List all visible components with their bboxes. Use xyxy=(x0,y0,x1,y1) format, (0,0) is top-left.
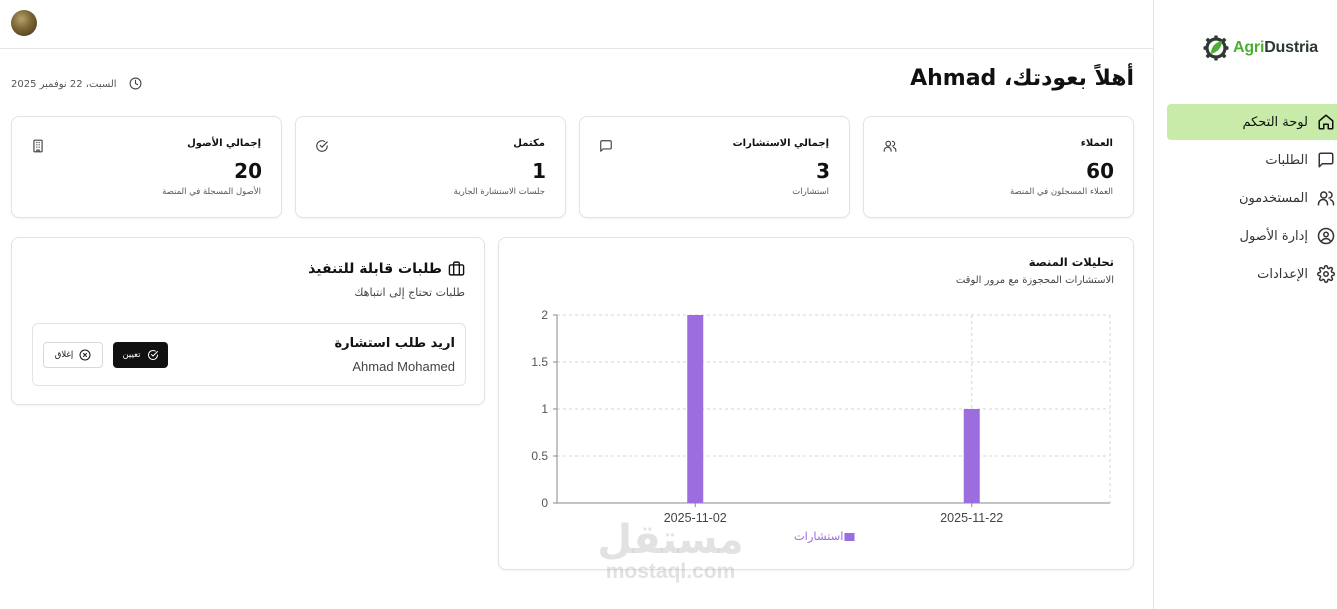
stat-title: إجمالي الأصول xyxy=(187,138,261,149)
users-icon xyxy=(1317,189,1335,207)
sidebar-item-users[interactable]: المستخدمون xyxy=(1167,180,1337,216)
requests-title: طلبات قابلة للتنفيذ xyxy=(308,260,442,277)
message-square-icon xyxy=(1317,151,1335,169)
stat-title: العملاء xyxy=(1080,138,1113,149)
bar xyxy=(963,409,980,503)
actionable-requests-card: طلبات قابلة للتنفيذ طلبات تحتاج إلى انتب… xyxy=(11,237,485,405)
sidebar-item-assets[interactable]: إدارة الأصول xyxy=(1167,218,1337,254)
sidebar: AgriDustria لوحة التحكم الطلبات المستخدم… xyxy=(1153,0,1337,609)
check-circle-icon xyxy=(315,138,329,152)
briefcase-icon xyxy=(448,261,465,276)
sidebar-item-label: المستخدمون xyxy=(1238,190,1308,206)
requests-header: طلبات قابلة للتنفيذ xyxy=(308,260,465,277)
building-icon xyxy=(31,138,45,153)
users-icon xyxy=(883,138,897,152)
stat-value: 60 xyxy=(1086,159,1114,183)
sidebar-item-label: الطلبات xyxy=(1265,152,1308,168)
stat-title: مكتمل xyxy=(513,138,545,149)
stat-subtitle: الأصول المسجلة في المنصة xyxy=(162,187,261,197)
watermark-latin: mostaql.com xyxy=(605,560,736,583)
y-tick-label: 0.5 xyxy=(531,449,548,463)
stat-card-clients: العملاء 60 العملاء المسجلون في المنصة xyxy=(863,116,1134,218)
x-circle-icon xyxy=(79,349,91,361)
top-bar xyxy=(0,0,1153,49)
close-button[interactable]: إغلاق xyxy=(43,342,103,368)
assign-button-label: تعيين xyxy=(122,350,141,360)
x-tick-label: 2025-11-22 xyxy=(940,511,1003,525)
sidebar-item-settings[interactable]: الإعدادات xyxy=(1167,256,1337,292)
stat-subtitle: جلسات الاستشارة الجارية xyxy=(453,187,545,197)
watermark: مستقل mostaql.com xyxy=(588,520,753,584)
stat-value: 1 xyxy=(532,159,546,183)
assign-button[interactable]: تعيين xyxy=(113,342,168,368)
y-tick-label: 0 xyxy=(541,496,548,510)
avatar[interactable] xyxy=(11,10,37,36)
page-title: أهلاً بعودتك، Ahmad xyxy=(910,66,1134,91)
request-name: اريد طلب استشارة xyxy=(334,336,455,351)
stat-card-completed: مكتمل 1 جلسات الاستشارة الجارية xyxy=(295,116,566,218)
legend-label: استشارات xyxy=(794,529,844,544)
requests-subtitle: طلبات تحتاج إلى انتباهك xyxy=(354,286,465,299)
brand-logo[interactable]: AgriDustria xyxy=(1202,34,1318,62)
stat-title: إجمالي الاستشارات xyxy=(732,138,829,149)
app-root: AgriDustria لوحة التحكم الطلبات المستخدم… xyxy=(0,0,1337,609)
watermark-arabic: مستقل xyxy=(597,517,744,563)
sidebar-item-label: لوحة التحكم xyxy=(1242,114,1308,130)
gear-icon xyxy=(1317,265,1335,283)
sidebar-item-label: إدارة الأصول xyxy=(1239,228,1308,244)
clock-icon xyxy=(129,75,142,94)
sidebar-item-requests[interactable]: الطلبات xyxy=(1167,142,1337,178)
stat-card-assets: إجمالي الأصول 20 الأصول المسجلة في المنص… xyxy=(11,116,282,218)
legend-swatch xyxy=(844,533,855,541)
sidebar-item-label: الإعدادات xyxy=(1257,266,1308,282)
current-date: السبت، 22 نوفمبر 2025 xyxy=(11,79,117,90)
stat-subtitle: استشارات xyxy=(792,187,829,197)
user-circle-icon xyxy=(1317,227,1335,245)
home-icon xyxy=(1317,113,1335,131)
close-button-label: إغلاق xyxy=(54,350,74,360)
message-square-icon xyxy=(599,138,613,152)
check-circle-icon xyxy=(147,350,158,360)
date-row: السبت، 22 نوفمبر 2025 xyxy=(11,75,142,94)
y-tick-label: 1 xyxy=(541,402,548,416)
stat-subtitle: العملاء المسجلون في المنصة xyxy=(1009,187,1113,197)
stat-card-consultations: إجمالي الاستشارات 3 استشارات xyxy=(579,116,850,218)
sidebar-item-dashboard[interactable]: لوحة التحكم xyxy=(1167,104,1337,140)
stat-value: 3 xyxy=(816,159,830,183)
brand-name: AgriDustria xyxy=(1233,39,1318,56)
sidebar-nav: لوحة التحكم الطلبات المستخدمون إدارة الأ… xyxy=(1167,104,1337,294)
y-tick-label: 1.5 xyxy=(531,355,548,369)
y-tick-label: 2 xyxy=(541,308,548,322)
list-item: اريد طلب استشارة Ahmad Mohamed تعيين إغل… xyxy=(32,323,466,386)
gear-leaf-logo-icon xyxy=(1203,35,1229,61)
request-person: Ahmad Mohamed xyxy=(352,359,455,374)
stat-value: 20 xyxy=(234,159,262,183)
bar xyxy=(687,315,704,503)
